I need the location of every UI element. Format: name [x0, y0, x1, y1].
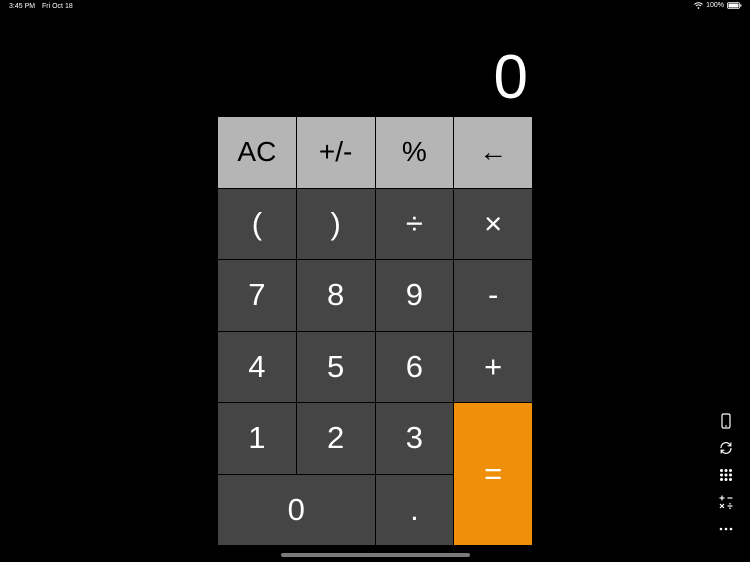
home-indicator[interactable]: [281, 553, 470, 557]
ac-button[interactable]: AC: [218, 117, 296, 188]
digit-4-button[interactable]: 4: [218, 331, 296, 402]
close-paren-button[interactable]: ): [296, 188, 375, 259]
side-toolbar: [716, 412, 736, 538]
digit-2-button[interactable]: 2: [296, 403, 375, 474]
status-right: 100%: [694, 2, 742, 9]
status-date: Fri Oct 18: [42, 3, 73, 10]
plus-button[interactable]: +: [454, 331, 532, 402]
keypad-grid-icon[interactable]: [717, 466, 735, 484]
phone-icon[interactable]: [717, 412, 735, 430]
percent-button[interactable]: %: [375, 117, 454, 188]
wifi-icon: [694, 2, 703, 9]
digit-8-button[interactable]: 8: [296, 260, 375, 331]
calculator-display: 0: [493, 43, 528, 112]
rotate-icon[interactable]: [717, 439, 735, 457]
digit-5-button[interactable]: 5: [296, 331, 375, 402]
operators-icon[interactable]: [717, 493, 735, 511]
digit-6-button[interactable]: 6: [375, 331, 454, 402]
status-time: 3:45 PM: [9, 3, 36, 10]
battery-percent: 100%: [706, 2, 724, 9]
status-bar: 3:45 PM Fri Oct 18 100%: [0, 0, 750, 14]
divide-button[interactable]: ÷: [375, 188, 454, 259]
digit-3-button[interactable]: 3: [375, 403, 454, 474]
open-paren-button[interactable]: (: [218, 188, 296, 259]
keypad: AC +/- % ← ( ) ÷ × 7 8 9 - 4 5 6 + 1 2 3…: [218, 117, 532, 545]
decimal-button[interactable]: .: [375, 474, 454, 545]
more-icon[interactable]: [717, 520, 735, 538]
backspace-button[interactable]: ←: [454, 117, 532, 188]
minus-button[interactable]: -: [454, 260, 532, 331]
digit-0-button[interactable]: 0: [218, 474, 375, 545]
equals-button[interactable]: =: [454, 403, 532, 545]
sign-toggle-button[interactable]: +/-: [296, 117, 375, 188]
multiply-button[interactable]: ×: [454, 188, 532, 259]
digit-9-button[interactable]: 9: [375, 260, 454, 331]
digit-1-button[interactable]: 1: [218, 403, 296, 474]
battery-icon: [727, 2, 742, 9]
digit-7-button[interactable]: 7: [218, 260, 296, 331]
